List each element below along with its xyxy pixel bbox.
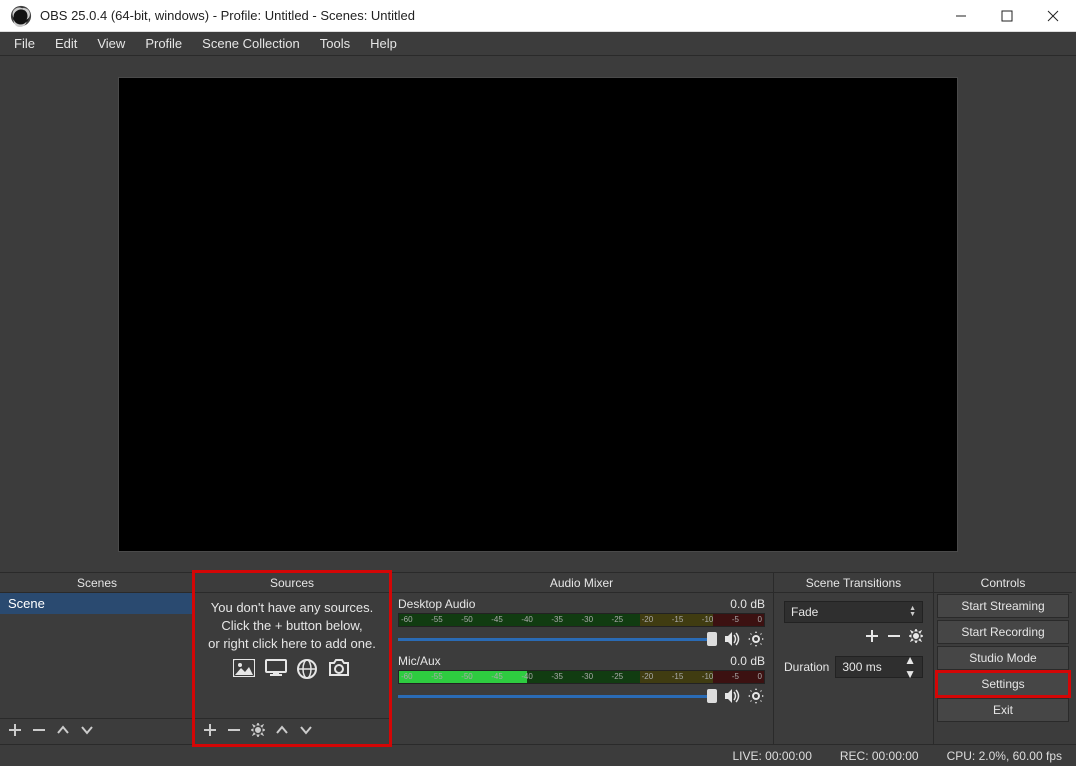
source-properties-button[interactable] xyxy=(251,723,265,740)
chevron-updown-icon: ▲▼ xyxy=(904,653,916,681)
source-remove-button[interactable] xyxy=(227,723,241,740)
speaker-icon[interactable] xyxy=(723,630,741,648)
volume-slider[interactable] xyxy=(398,687,717,705)
exit-button[interactable]: Exit xyxy=(937,698,1069,722)
audio-mixer-panel: Audio Mixer Desktop Audio 0.0 dB -60-55-… xyxy=(390,573,774,744)
menu-profile[interactable]: Profile xyxy=(137,34,190,53)
scene-add-button[interactable] xyxy=(8,723,22,740)
sources-panel: Sources You don't have any sources. Clic… xyxy=(195,573,390,744)
gear-icon[interactable] xyxy=(747,630,765,648)
window-title: OBS 25.0.4 (64-bit, windows) - Profile: … xyxy=(40,8,938,23)
audio-meter: -60-55-50-45-40-35-30-25-20-15-10-50 xyxy=(398,613,765,627)
scene-up-button[interactable] xyxy=(56,723,70,740)
start-recording-button[interactable]: Start Recording xyxy=(937,620,1069,644)
menu-edit[interactable]: Edit xyxy=(47,34,85,53)
source-up-button[interactable] xyxy=(275,723,289,740)
sources-list[interactable]: You don't have any sources. Click the + … xyxy=(195,593,389,718)
controls-header: Controls xyxy=(934,573,1072,593)
transition-properties-button[interactable] xyxy=(909,629,923,646)
channel-name: Mic/Aux xyxy=(398,654,441,668)
controls-panel: Controls Start Streaming Start Recording… xyxy=(934,573,1072,744)
menu-tools[interactable]: Tools xyxy=(312,34,358,53)
settings-button[interactable]: Settings xyxy=(937,672,1069,696)
studio-mode-button[interactable]: Studio Mode xyxy=(937,646,1069,670)
status-live: LIVE: 00:00:00 xyxy=(732,749,811,763)
channel-level: 0.0 dB xyxy=(730,654,765,668)
scene-remove-button[interactable] xyxy=(32,723,46,740)
display-icon xyxy=(265,659,287,684)
menu-help[interactable]: Help xyxy=(362,34,405,53)
source-add-button[interactable] xyxy=(203,723,217,740)
transition-remove-button[interactable] xyxy=(887,629,901,646)
status-rec: REC: 00:00:00 xyxy=(840,749,919,763)
image-icon xyxy=(233,659,255,684)
sources-empty-text: You don't have any sources. xyxy=(199,599,385,617)
menubar: File Edit View Profile Scene Collection … xyxy=(0,32,1076,56)
obs-logo-icon xyxy=(10,5,32,27)
source-down-button[interactable] xyxy=(299,723,313,740)
scenes-header: Scenes xyxy=(0,573,194,593)
sources-header: Sources xyxy=(195,573,389,593)
menu-file[interactable]: File xyxy=(6,34,43,53)
preview-area xyxy=(0,56,1076,572)
duration-input[interactable]: 300 ms ▲▼ xyxy=(835,656,923,678)
channel-name: Desktop Audio xyxy=(398,597,475,611)
duration-label: Duration xyxy=(784,660,829,674)
status-cpu: CPU: 2.0%, 60.00 fps xyxy=(947,749,1062,763)
gear-icon[interactable] xyxy=(747,687,765,705)
channel-level: 0.0 dB xyxy=(730,597,765,611)
statusbar: LIVE: 00:00:00 REC: 00:00:00 CPU: 2.0%, … xyxy=(0,744,1076,766)
menu-scene-collection[interactable]: Scene Collection xyxy=(194,34,308,53)
audio-meter: -60-55-50-45-40-35-30-25-20-15-10-50 xyxy=(398,670,765,684)
transitions-header: Scene Transitions xyxy=(774,573,933,593)
transitions-panel: Scene Transitions Fade ▲▼ Duration 300 m… xyxy=(774,573,934,744)
sources-empty-text: Click the + button below, xyxy=(199,617,385,635)
scenes-panel: Scenes Scene xyxy=(0,573,195,744)
titlebar: OBS 25.0.4 (64-bit, windows) - Profile: … xyxy=(0,0,1076,32)
scene-item[interactable]: Scene xyxy=(0,593,194,614)
sources-empty-text: or right click here to add one. xyxy=(199,635,385,653)
maximize-button[interactable] xyxy=(984,0,1030,31)
mixer-header: Audio Mixer xyxy=(390,573,773,593)
transition-add-button[interactable] xyxy=(865,629,879,646)
scene-down-button[interactable] xyxy=(80,723,94,740)
start-streaming-button[interactable]: Start Streaming xyxy=(937,594,1069,618)
speaker-icon[interactable] xyxy=(723,687,741,705)
preview-canvas[interactable] xyxy=(118,77,958,552)
close-button[interactable] xyxy=(1030,0,1076,31)
globe-icon xyxy=(297,659,317,684)
transition-select[interactable]: Fade ▲▼ xyxy=(784,601,923,623)
menu-view[interactable]: View xyxy=(89,34,133,53)
volume-slider[interactable] xyxy=(398,630,717,648)
minimize-button[interactable] xyxy=(938,0,984,31)
camera-icon xyxy=(327,659,351,684)
chevron-updown-icon: ▲▼ xyxy=(909,606,916,618)
